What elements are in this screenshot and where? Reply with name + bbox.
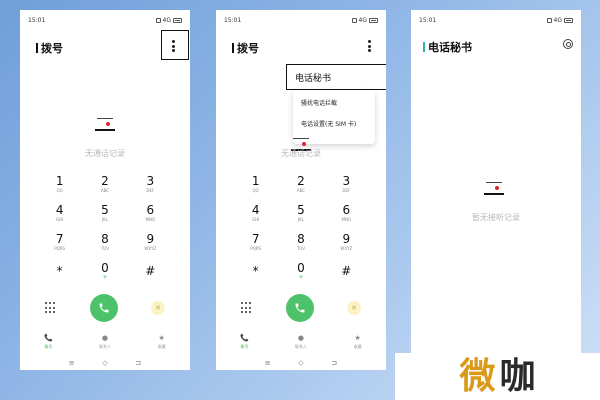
key-1[interactable]: 1 QO [233,173,278,195]
nav-dialer[interactable]: 📞 拨号 [28,334,68,350]
phone-icon [295,303,305,313]
delete-icon[interactable]: ✕ [151,301,165,315]
key-6[interactable]: 6 MNO [324,202,369,224]
status-time: 15:01 [224,16,242,24]
menu-icon[interactable]: ≡ [69,359,75,367]
key-0[interactable]: 0 + [278,260,323,282]
phone-icon: 📞 [43,334,53,342]
key-star[interactable]: * [37,260,82,282]
key-9[interactable]: 9 WXYZ [324,231,369,253]
back-icon[interactable]: ⊐ [331,359,337,367]
signal-text: 4G [358,16,367,24]
home-icon[interactable]: ◇ [298,359,303,367]
watermark-char-1: 微 [459,355,496,397]
battery-icon [173,17,182,23]
empty-call-log-icon [95,118,115,132]
title-bar-icon [423,42,425,52]
page-title: 拨号 [232,40,259,56]
highlight-box [161,30,189,60]
key-star[interactable]: * [233,260,278,282]
notification-icon [546,17,552,23]
notification-icon [351,17,357,23]
contacts-icon: ● [101,334,109,342]
phone-icon: 📞 [239,334,249,342]
page-title: 电话秘书 [423,39,472,55]
watermark-char-2: 咖 [499,355,536,397]
nav-contacts[interactable]: ● 联系人 [281,334,321,350]
bottom-nav: 📞 拨号 ● 联系人 ★ 收藏 [216,334,386,350]
keypad: 1 QO 2 ABC 3 DEF 4 GHI 5 JKL 6 MNO 7 PQRS 8 TUV … [37,173,173,282]
status-bar: 15:01 4G [419,15,573,25]
dialpad-icon[interactable] [241,302,253,314]
nav-contacts[interactable]: ● 联系人 [85,334,125,350]
signal-text: 4G [162,16,171,24]
key-5[interactable]: 5 JKL [278,202,323,224]
title-bar-icon [36,43,38,53]
key-7[interactable]: 7 PQRS [37,231,82,253]
battery-icon [564,17,573,23]
more-options-icon[interactable] [367,40,371,52]
key-0[interactable]: 0 + [82,260,127,282]
key-9[interactable]: 9 WXYZ [128,231,173,253]
phone-screen-dialer-menu: 15:01 4G 拨号 电话秘书 骚扰电话拦截 电话设置(无 SIM 卡) 无通… [216,10,386,370]
key-3[interactable]: 3 DEF [128,173,173,195]
empty-text: 无通话记录 [281,149,321,158]
status-time: 15:01 [419,16,437,24]
key-8[interactable]: 8 TUV [82,231,127,253]
nav-favorites[interactable]: ★ 收藏 [338,334,378,350]
key-4[interactable]: 4 GHI [233,202,278,224]
menu-item-spam-block[interactable]: 骚扰电话拦截 [301,98,375,119]
menu-item-phone-secretary[interactable]: 电话秘书 [286,64,386,90]
call-button[interactable] [286,294,314,322]
star-icon: ★ [158,334,165,342]
key-6[interactable]: 6 MNO [128,202,173,224]
key-hash[interactable]: # [128,260,173,282]
menu-icon[interactable]: ≡ [265,359,271,367]
nav-favorites[interactable]: ★ 收藏 [142,334,182,350]
bottom-nav: 📞 拨号 ● 联系人 ★ 收藏 [20,334,190,350]
phone-screen-dialer: 15:01 4G 拨号 无通话记录 1 QO 2 ABC 3 DEF 4 GHI 5 JK… [20,10,190,370]
dial-actions: ✕ [233,294,369,322]
dialpad-icon[interactable] [45,302,57,314]
settings-gear-icon[interactable] [563,39,573,49]
key-8[interactable]: 8 TUV [278,231,323,253]
system-nav: ≡ ◇ ⊐ [20,359,190,367]
status-bar: 15:01 4G [224,15,378,25]
battery-icon [369,17,378,23]
key-hash[interactable]: # [324,260,369,282]
phone-icon [99,303,109,313]
key-2[interactable]: 2 ABC [278,173,323,195]
back-icon[interactable]: ⊐ [135,359,141,367]
delete-icon[interactable]: ✕ [347,301,361,315]
title-bar-icon [232,43,234,53]
call-button[interactable] [90,294,118,322]
nav-dialer[interactable]: 📞 拨号 [224,334,264,350]
system-nav: ≡ ◇ ⊐ [216,359,386,367]
key-4[interactable]: 4 GHI [37,202,82,224]
keypad: 1 QO 2 ABC 3 DEF 4 GHI 5 JKL 6 MNO 7 PQRS 8 TUV … [233,173,369,282]
empty-text: 暂无接听记录 [472,213,520,222]
key-5[interactable]: 5 JKL [82,202,127,224]
signal-text: 4G [553,16,562,24]
overflow-menu: 骚扰电话拦截 电话设置(无 SIM 卡) [293,90,375,144]
status-bar: 15:01 4G [28,15,182,25]
contacts-icon: ● [297,334,305,342]
home-icon[interactable]: ◇ [102,359,107,367]
key-1[interactable]: 1 QO [37,173,82,195]
page-title: 拨号 [36,40,63,56]
star-icon: ★ [354,334,361,342]
notification-icon [155,17,161,23]
empty-text: 无通话记录 [85,149,125,158]
empty-answer-log-icon [484,182,504,196]
menu-item-call-settings[interactable]: 电话设置(无 SIM 卡) [301,119,375,140]
watermark-logo: 微 咖 [395,353,600,400]
phone-screen-secretary: 15:01 4G 电话秘书 暂无接听记录 [411,10,581,370]
dial-actions: ✕ [37,294,173,322]
key-2[interactable]: 2 ABC [82,173,127,195]
key-3[interactable]: 3 DEF [324,173,369,195]
key-7[interactable]: 7 PQRS [233,231,278,253]
status-time: 15:01 [28,16,46,24]
